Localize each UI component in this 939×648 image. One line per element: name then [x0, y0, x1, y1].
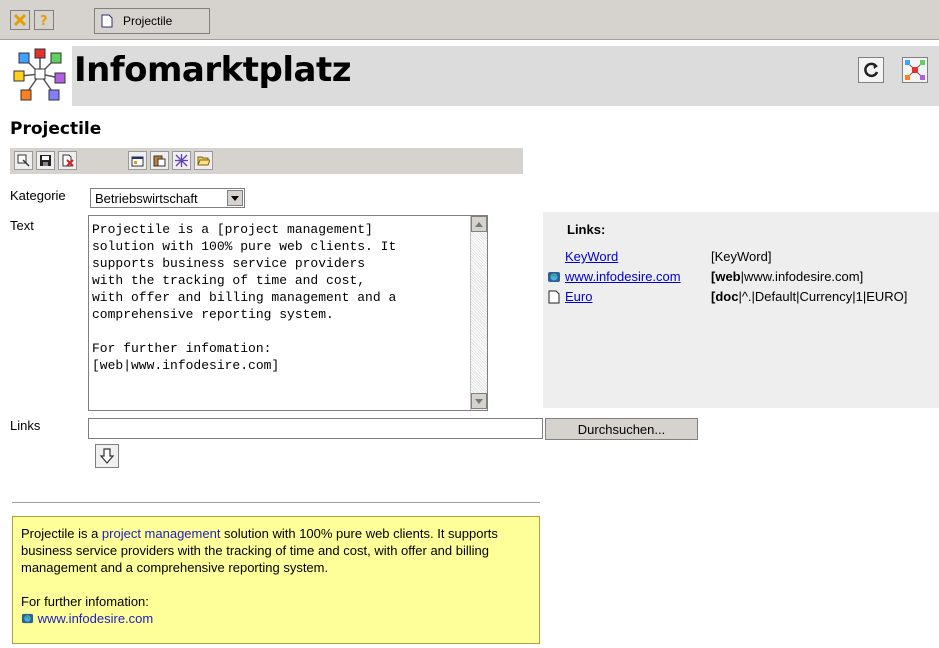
save-icon[interactable] [36, 151, 55, 170]
scroll-up-icon[interactable] [471, 216, 487, 232]
app-header: Infomarktplatz [10, 46, 939, 106]
preview-further-info: For further infomation: [21, 594, 149, 609]
network-logo-icon [10, 46, 72, 106]
help-icon[interactable]: ? [34, 10, 54, 30]
app-title: Infomarktplatz [74, 50, 352, 90]
chevron-down-icon[interactable] [227, 190, 243, 206]
page-title: Projectile [10, 119, 102, 139]
top-toolbar: ? Projectile [0, 0, 939, 40]
tab-projectile[interactable]: Projectile [94, 8, 210, 34]
scroll-down-icon[interactable] [471, 393, 487, 409]
link-code: [web|www.infodesire.com] [711, 269, 864, 284]
browse-button[interactable]: Durchsuchen... [545, 418, 698, 440]
category-value: Betriebswirtschaft [95, 190, 198, 206]
preview-keyword-link[interactable]: project management [102, 526, 221, 541]
preview-paragraph: Projectile is a project management solut… [21, 526, 498, 575]
text-label: Text [10, 218, 34, 233]
preview-link-row: www.infodesire.com [21, 610, 531, 627]
tab-label: Projectile [123, 14, 173, 28]
svg-text:?: ? [40, 14, 48, 28]
folder-open-icon[interactable] [194, 151, 213, 170]
text-area-content: Projectile is a [project management] sol… [92, 222, 397, 373]
open-record-icon[interactable] [14, 151, 33, 170]
link-row: www.infodesire.com [web|www.infodesire.c… [543, 269, 939, 286]
web-link-icon [548, 272, 560, 282]
link-code: [KeyWord] [711, 249, 772, 264]
action-toolbar [10, 148, 523, 174]
link-euro[interactable]: Euro [565, 289, 592, 304]
link-code: [doc|^.|Default|Currency|1|EURO] [711, 289, 908, 304]
text-preview: Projectile is a project management solut… [12, 516, 540, 644]
document-icon [101, 14, 113, 28]
properties-icon[interactable] [128, 151, 147, 170]
document-icon [548, 290, 560, 304]
link-web[interactable]: www.infodesire.com [565, 269, 681, 284]
divider [12, 502, 540, 504]
text-area[interactable]: Projectile is a [project management] sol… [88, 215, 488, 411]
vertical-scrollbar[interactable] [470, 216, 487, 410]
refresh-icon[interactable] [858, 57, 884, 83]
links-panel: Links: KeyWord [KeyWord] www.infodesire.… [543, 212, 939, 408]
network-icon[interactable] [172, 151, 191, 170]
category-label: Kategorie [10, 188, 66, 203]
arrow-down-icon[interactable] [95, 444, 119, 468]
links-panel-title: Links: [567, 222, 606, 237]
link-keyword[interactable]: KeyWord [565, 249, 618, 264]
close-icon[interactable] [10, 10, 30, 30]
preview-web-link[interactable]: www.infodesire.com [38, 611, 154, 626]
delete-icon[interactable] [58, 151, 77, 170]
category-select[interactable]: Betriebswirtschaft [90, 188, 245, 208]
link-row: Euro [doc|^.|Default|Currency|1|EURO] [543, 289, 939, 306]
paste-icon[interactable] [150, 151, 169, 170]
links-label: Links [10, 418, 41, 433]
links-file-input[interactable] [88, 418, 543, 439]
web-link-icon [21, 613, 34, 624]
network-icon[interactable] [902, 57, 928, 83]
link-row: KeyWord [KeyWord] [543, 249, 939, 266]
